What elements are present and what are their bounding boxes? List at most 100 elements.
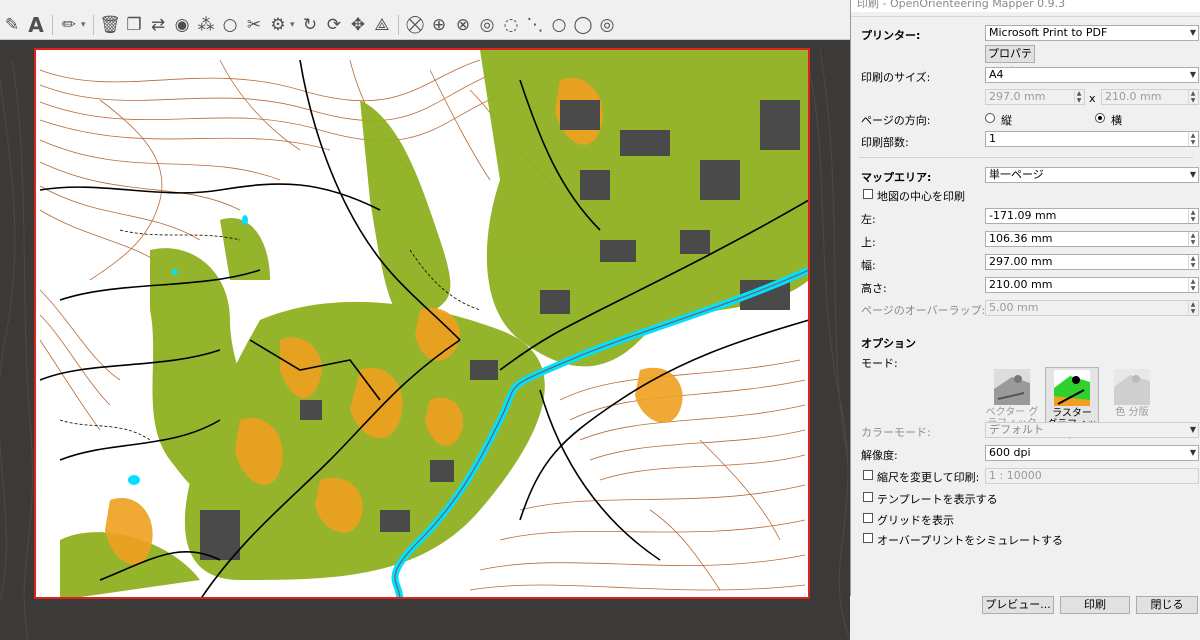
- separations-mode-label: 色 分版: [1115, 407, 1149, 418]
- measure-icon[interactable]: ⟁: [370, 13, 394, 37]
- top-label: 上:: [861, 236, 876, 249]
- grid-label: グリッドを表示: [877, 514, 954, 527]
- resolution-label: 解像度:: [861, 449, 898, 462]
- page-width-value: 297.0 mm: [989, 90, 1046, 103]
- overlap-label: ページのオーバーラップ:: [861, 304, 986, 317]
- overlap-field: 5.00 mm ▲ ▼: [985, 300, 1199, 316]
- width-label: 幅:: [861, 259, 876, 272]
- merge-holes-icon[interactable]: ◯: [571, 13, 595, 37]
- page-size-label: 印刷のサイズ:: [861, 71, 931, 84]
- edit-tool-icon[interactable]: ✎: [0, 13, 24, 37]
- toolbar-row: ✎ A ✏ ▾ 🗑 ❐ ⇄ ◉ ⁂ ○ ✂ ⚙ ▾ ↻ ⟳ ✥ ⟁ ⛒ ⊕ ⊗ …: [0, 12, 619, 38]
- dialog-title: 印刷 - OpenOrienteering Mapper 0.9.3: [851, 0, 1200, 12]
- left-label: 左:: [861, 213, 876, 226]
- page-size-select[interactable]: A4 ▼: [985, 67, 1199, 83]
- switch-dash-icon[interactable]: ⁂: [194, 13, 218, 37]
- resolution-select[interactable]: 600 dpi ▼: [985, 445, 1199, 461]
- convert-to-curves-icon[interactable]: ⋱: [523, 13, 547, 37]
- templates-label: テンプレートを表示する: [877, 493, 998, 506]
- cut-icon[interactable]: ✂: [242, 13, 266, 37]
- area-difference-icon[interactable]: ◎: [475, 13, 499, 37]
- scale-checkbox[interactable]: [863, 470, 873, 480]
- chevron-down-icon: ▼: [1189, 425, 1196, 434]
- intersect-areas-icon[interactable]: ⊗: [451, 13, 475, 37]
- toolbar-separator: [398, 15, 399, 35]
- dialog-body: プリンター: Microsoft Print to PDF ▼ プロパティ 印刷…: [851, 16, 1200, 596]
- width-field[interactable]: 297.00 mm ▲ ▼: [985, 254, 1199, 270]
- separator: [859, 157, 1193, 158]
- grid-checkbox[interactable]: [863, 513, 873, 523]
- cut-out-icon[interactable]: ⛒: [403, 13, 427, 37]
- times-label: x: [1089, 92, 1096, 105]
- color-mode-select: デフォルト ▼: [985, 422, 1199, 438]
- scale-label: 縮尺を変更して印刷:: [877, 471, 980, 484]
- spin-arrows-icon[interactable]: ▲ ▼: [1188, 232, 1197, 246]
- chevron-down-icon: ▼: [1189, 70, 1196, 79]
- landscape-label: 横: [1111, 114, 1122, 127]
- spin-arrows-icon[interactable]: ▲ ▼: [1188, 278, 1197, 292]
- printer-select[interactable]: Microsoft Print to PDF ▼: [985, 25, 1199, 41]
- fill-border-icon[interactable]: ◉: [170, 13, 194, 37]
- left-field[interactable]: -171.09 mm ▲ ▼: [985, 208, 1199, 224]
- distribute-points-icon[interactable]: ◎: [595, 13, 619, 37]
- copies-field[interactable]: 1 ▲ ▼: [985, 131, 1199, 147]
- toolbar-separator: [93, 15, 94, 35]
- overprint-label: オーバープリントをシミュレートする: [877, 534, 1064, 547]
- copies-value: 1: [989, 132, 996, 145]
- page-height-field: 210.0 mm ▲ ▼: [1101, 89, 1199, 105]
- landscape-radio[interactable]: [1095, 113, 1105, 123]
- dialog-footer: プレビュー... 印刷 閉じる: [850, 596, 1200, 640]
- templates-checkbox[interactable]: [863, 492, 873, 502]
- close-button[interactable]: 閉じる: [1136, 596, 1198, 614]
- simplify-path-icon[interactable]: ○: [547, 13, 571, 37]
- cut-hole-icon[interactable]: ⚙: [266, 13, 290, 37]
- color-mode-label: カラーモード:: [861, 426, 931, 439]
- portrait-radio[interactable]: [985, 113, 995, 123]
- spin-arrows-icon: ▲ ▼: [1188, 301, 1197, 315]
- map-area-select[interactable]: 単一ページ ▼: [985, 167, 1199, 183]
- chevron-down-icon: ▼: [1189, 448, 1196, 457]
- orientation-label: ページの方向:: [861, 114, 931, 127]
- toolbar-separator: [52, 15, 53, 35]
- unify-areas-icon[interactable]: ⊕: [427, 13, 451, 37]
- pencil-icon[interactable]: ✏: [57, 13, 81, 37]
- scale-icon[interactable]: ✥: [346, 13, 370, 37]
- width-value: 297.00 mm: [989, 255, 1053, 268]
- height-value: 210.00 mm: [989, 278, 1053, 291]
- center-checkbox[interactable]: [863, 189, 873, 199]
- spin-arrows-icon[interactable]: ▲ ▼: [1188, 209, 1197, 223]
- preview-button[interactable]: プレビュー...: [982, 596, 1054, 614]
- delete-icon[interactable]: 🗑: [98, 13, 122, 37]
- chevron-down-icon[interactable]: ▾: [81, 20, 89, 30]
- properties-button[interactable]: プロパティ: [985, 45, 1035, 76]
- rotate-icon[interactable]: ↻: [298, 13, 322, 37]
- vector-graphics-icon: [994, 369, 1030, 405]
- spin-arrows-icon: ▲ ▼: [1188, 90, 1197, 104]
- top-value: 106.36 mm: [989, 232, 1053, 245]
- map-area-value: 単一ページ: [989, 168, 1044, 181]
- map-canvas[interactable]: [0, 40, 850, 640]
- overprint-checkbox[interactable]: [863, 533, 873, 543]
- top-field[interactable]: 106.36 mm ▲ ▼: [985, 231, 1199, 247]
- spin-arrows-icon: ▲ ▼: [1074, 90, 1083, 104]
- printer-value: Microsoft Print to PDF: [989, 26, 1108, 39]
- area-xor-icon[interactable]: ◌: [499, 13, 523, 37]
- spin-arrows-icon[interactable]: ▲ ▼: [1188, 132, 1197, 146]
- left-value: -171.09 mm: [989, 209, 1057, 222]
- page-size-value: A4: [989, 68, 1004, 81]
- print-button[interactable]: 印刷: [1060, 596, 1130, 614]
- chevron-down-icon[interactable]: ▾: [290, 20, 298, 30]
- overlap-value: 5.00 mm: [989, 301, 1039, 314]
- resolution-value: 600 dpi: [989, 446, 1031, 459]
- duplicate-icon[interactable]: ❐: [122, 13, 146, 37]
- scale-value: 1 : 10000: [989, 469, 1042, 482]
- rotate-pattern-icon[interactable]: ⟳: [322, 13, 346, 37]
- spin-arrows-icon[interactable]: ▲ ▼: [1188, 255, 1197, 269]
- options-label: オプション: [861, 337, 916, 350]
- chevron-down-icon: ▼: [1189, 170, 1196, 179]
- text-tool-icon[interactable]: A: [24, 13, 48, 37]
- map-drawing: [0, 40, 850, 640]
- switch-symbol-icon[interactable]: ⇄: [146, 13, 170, 37]
- connect-paths-icon[interactable]: ○: [218, 13, 242, 37]
- height-field[interactable]: 210.00 mm ▲ ▼: [985, 277, 1199, 293]
